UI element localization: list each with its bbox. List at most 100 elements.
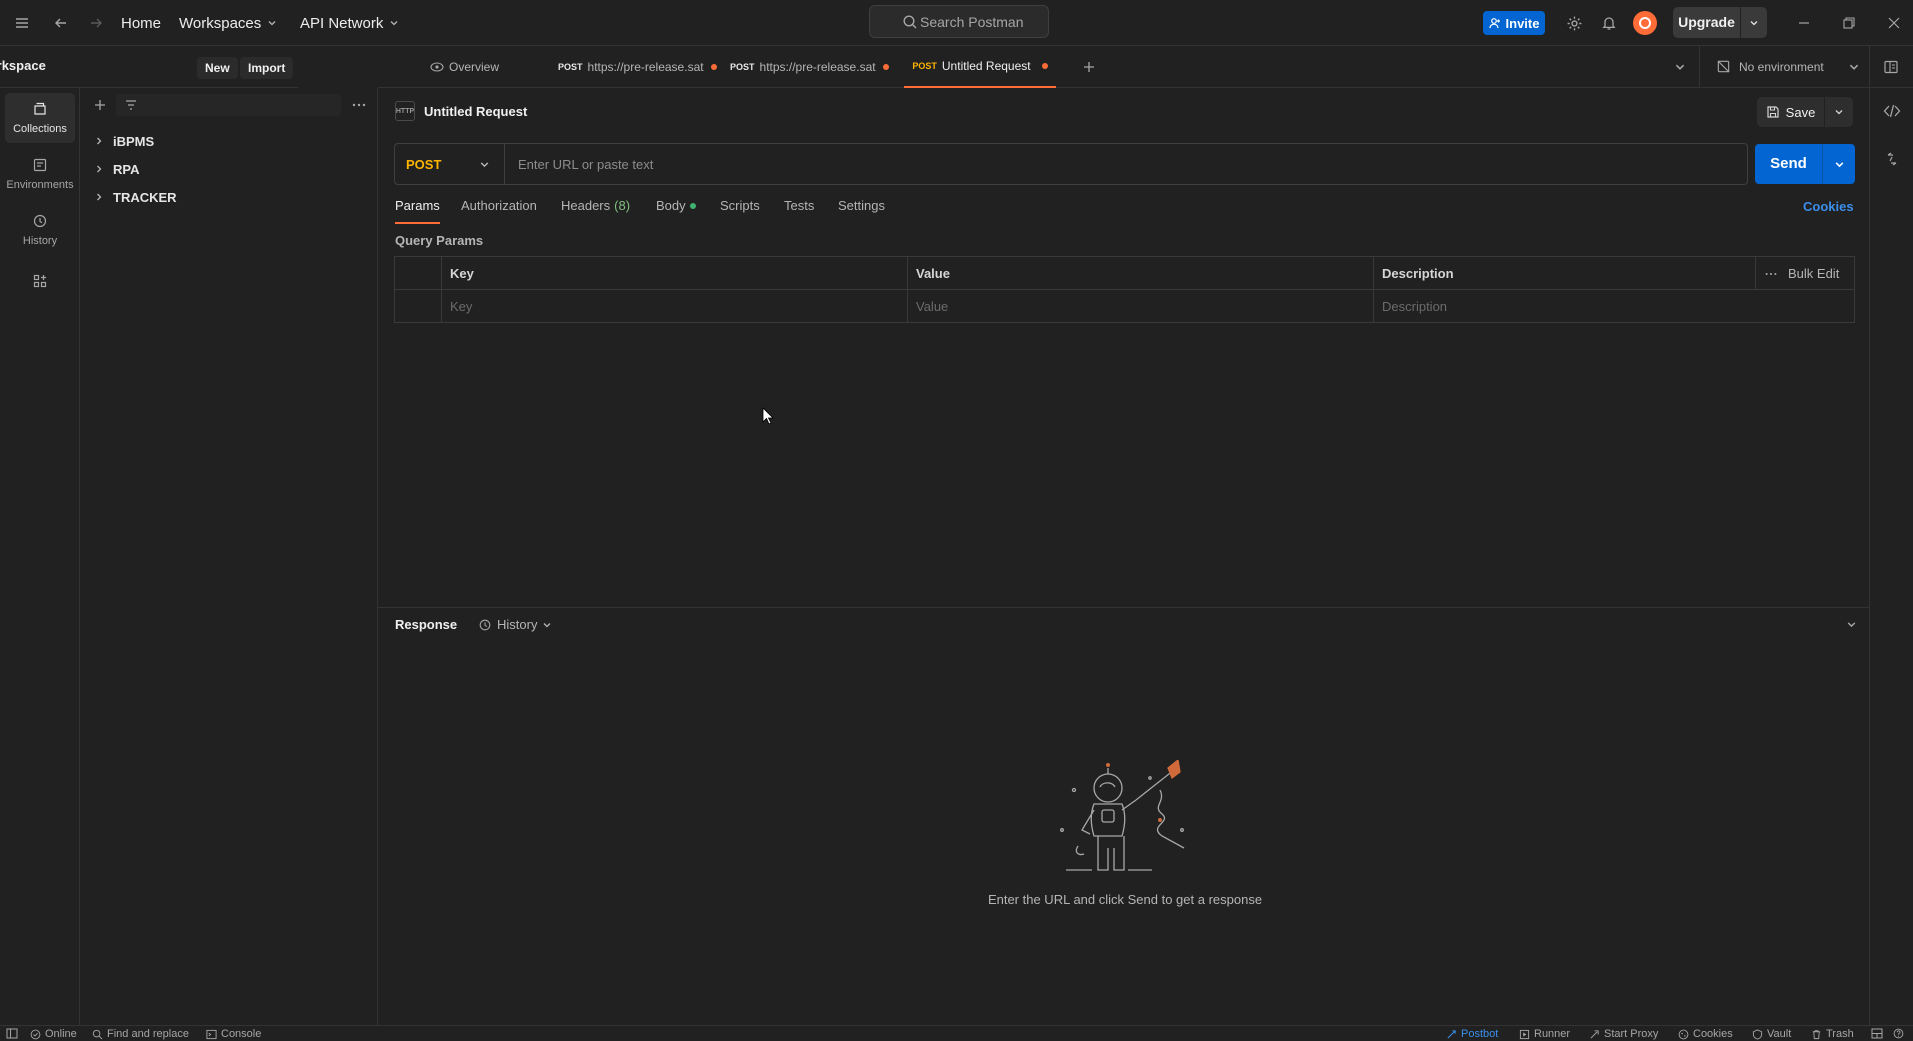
save-button[interactable]: Save: [1757, 97, 1853, 127]
key-input[interactable]: Key: [441, 290, 907, 323]
request-tabs: Overview POST https://pre-release.sat PO…: [378, 46, 1913, 88]
tab-params[interactable]: Params: [395, 198, 440, 224]
console-icon: [206, 1029, 217, 1039]
unsaved-dot: [710, 64, 717, 70]
back-arrow-icon[interactable]: [51, 13, 71, 33]
right-rail: [1869, 88, 1913, 1025]
tab-tests[interactable]: Tests: [784, 198, 814, 224]
avatar[interactable]: [1633, 11, 1657, 35]
more-options-icon[interactable]: [1764, 267, 1778, 281]
cookies-link[interactable]: Cookies: [1803, 199, 1854, 214]
search-icon: [903, 15, 917, 29]
collection-item[interactable]: TRACKER: [94, 186, 177, 208]
value-input[interactable]: Value: [907, 290, 1373, 323]
vault-icon: [1752, 1028, 1763, 1040]
invite-button[interactable]: Invite: [1483, 11, 1545, 35]
collection-item[interactable]: RPA: [94, 158, 139, 180]
history-icon: [479, 619, 491, 630]
environment-quick-look-icon[interactable]: [1883, 59, 1899, 75]
online-status[interactable]: Online: [30, 1028, 77, 1040]
column-header-value: Value: [907, 257, 1375, 290]
rail-item-configure[interactable]: [5, 266, 75, 296]
response-label: Response: [395, 617, 458, 632]
url-input[interactable]: [506, 144, 1746, 184]
rail-item-collections[interactable]: Collections: [5, 93, 75, 143]
settings-gear-icon[interactable]: [1564, 13, 1584, 33]
code-snippet-icon[interactable]: [1883, 103, 1901, 119]
cookies-button[interactable]: Cookies: [1678, 1028, 1733, 1040]
home-link[interactable]: Home: [121, 12, 161, 34]
method-select[interactable]: POST: [395, 144, 505, 184]
send-button[interactable]: Send: [1755, 144, 1855, 184]
request-title[interactable]: HTTP Untitled Request: [395, 101, 527, 121]
collection-filter-input[interactable]: [116, 94, 341, 116]
api-network-menu[interactable]: API Network: [300, 12, 399, 34]
forward-arrow-icon[interactable]: [86, 13, 106, 33]
tab-scripts[interactable]: Scripts: [720, 198, 760, 224]
close-icon[interactable]: [1884, 13, 1904, 33]
console-button[interactable]: Console: [206, 1028, 261, 1040]
chevron-right-icon: [97, 165, 102, 173]
tab-request[interactable]: POST https://pre-release.sat: [558, 46, 717, 88]
vault-button[interactable]: Vault: [1752, 1028, 1791, 1040]
workspaces-menu[interactable]: Workspaces: [179, 12, 277, 34]
chevron-down-icon[interactable]: [1825, 107, 1853, 117]
filter-icon: [126, 100, 136, 110]
layout-toggle-icon[interactable]: [1871, 1028, 1883, 1039]
more-options-icon[interactable]: [351, 97, 367, 113]
minimize-icon[interactable]: [1794, 13, 1814, 33]
cookie-icon: [1678, 1029, 1689, 1039]
tabs-overflow-chevron-icon[interactable]: [1674, 61, 1686, 73]
status-bar: Online Find and replace Console Postbot …: [0, 1025, 1913, 1041]
start-proxy-button[interactable]: Start Proxy: [1589, 1028, 1658, 1040]
tab-headers[interactable]: Headers (8): [561, 198, 630, 224]
add-icon[interactable]: [92, 97, 108, 113]
rail-item-environments[interactable]: Environments: [5, 149, 75, 199]
collections-sidebar: iBPMS RPA TRACKER: [80, 88, 378, 1025]
trash-button[interactable]: Trash: [1811, 1028, 1854, 1040]
collapse-response-chevron-icon[interactable]: [1846, 619, 1857, 630]
notification-bell-icon[interactable]: [1599, 13, 1619, 33]
chevron-down-icon[interactable]: [1823, 159, 1855, 170]
table-row: Key Value Description: [395, 290, 1854, 323]
postbot-icon: [1447, 1029, 1456, 1039]
chevron-down-icon: [543, 622, 551, 627]
import-button[interactable]: Import: [240, 57, 294, 79]
new-tab-plus-icon[interactable]: [1081, 59, 1097, 75]
environment-selector[interactable]: No environment: [1716, 59, 1860, 74]
tab-settings[interactable]: Settings: [838, 198, 885, 224]
table-header-row: Key Value Description Bulk Edit: [395, 257, 1854, 290]
menu-icon[interactable]: [12, 13, 32, 33]
rail-item-history[interactable]: History: [5, 205, 75, 255]
proxy-icon: [1590, 1029, 1599, 1038]
workspace-title[interactable]: My Workspace: [0, 58, 46, 73]
tab-body[interactable]: Body: [656, 198, 696, 224]
runner-button[interactable]: Runner: [1519, 1028, 1570, 1040]
new-button[interactable]: New: [197, 57, 238, 79]
environments-icon: [33, 158, 47, 172]
chevron-right-icon: [97, 193, 102, 201]
overview-icon: [430, 62, 444, 72]
tab-authorization[interactable]: Authorization: [461, 198, 537, 224]
related-collections-icon[interactable]: [1884, 151, 1900, 167]
help-icon[interactable]: [1893, 1028, 1904, 1039]
unsaved-dot: [1041, 63, 1048, 69]
find-and-replace-button[interactable]: Find and replace: [92, 1028, 189, 1040]
tab-overview[interactable]: Overview: [430, 46, 499, 88]
search-input[interactable]: Search Postman: [869, 5, 1049, 38]
bulk-edit-button[interactable]: Bulk Edit: [1788, 266, 1839, 281]
add-user-icon: [1488, 18, 1500, 29]
postbot-button[interactable]: Postbot: [1446, 1028, 1498, 1040]
tab-request[interactable]: POST https://pre-release.sat: [730, 46, 889, 88]
restore-window-icon[interactable]: [1839, 13, 1859, 33]
response-history-dropdown[interactable]: History: [478, 617, 552, 632]
runner-icon: [1519, 1029, 1530, 1039]
chevron-down-icon[interactable]: [1741, 18, 1767, 28]
collection-item[interactable]: iBPMS: [94, 130, 154, 152]
add-widget-icon: [33, 274, 47, 288]
upgrade-button[interactable]: Upgrade: [1673, 7, 1767, 38]
description-input[interactable]: Description: [1373, 290, 1854, 323]
save-icon: [1767, 106, 1779, 118]
tab-untitled-request[interactable]: POST Untitled Request: [904, 46, 1056, 88]
toggle-sidebar-icon[interactable]: [6, 1028, 18, 1039]
